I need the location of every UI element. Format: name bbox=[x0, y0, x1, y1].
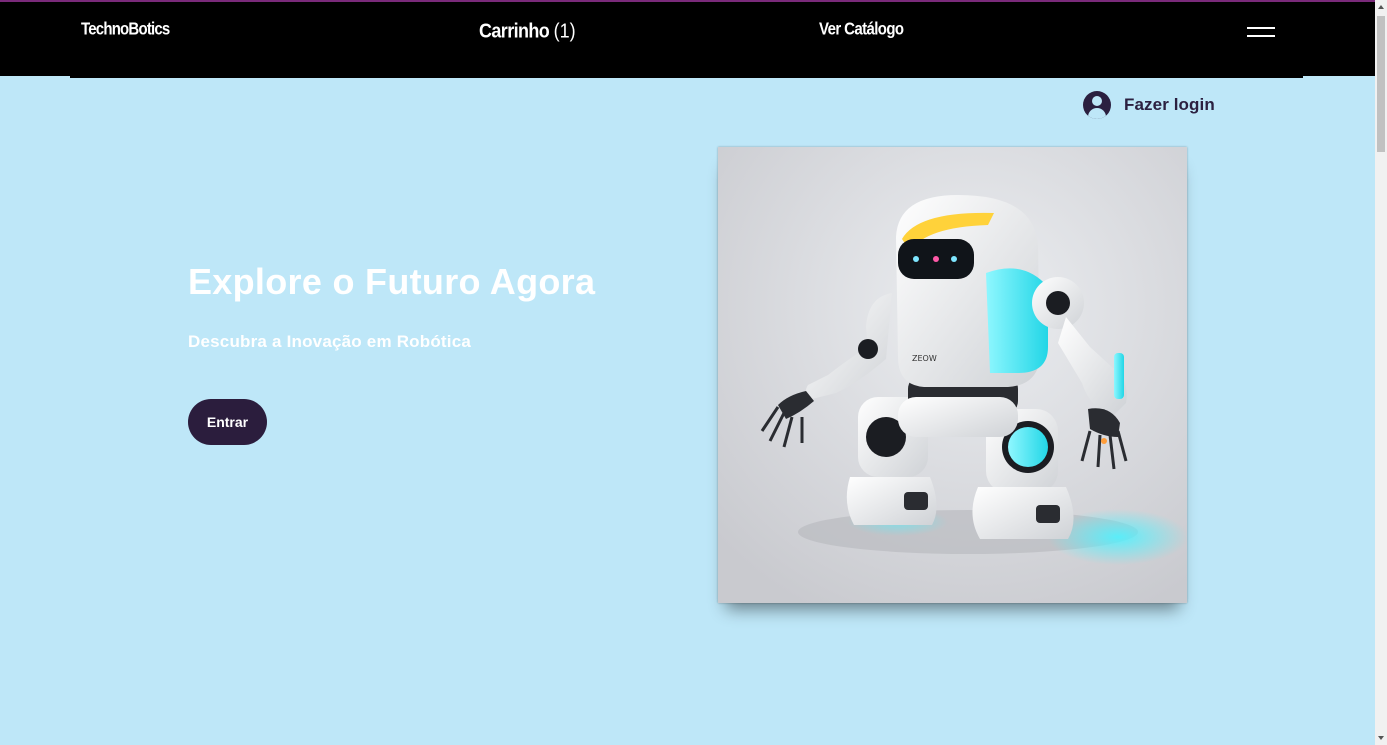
hamburger-menu-icon[interactable] bbox=[1245, 24, 1277, 40]
scroll-down-arrow-icon[interactable] bbox=[1375, 731, 1387, 745]
svg-text:ZEOW: ZEOW bbox=[912, 354, 937, 363]
cart-label: Carrinho bbox=[479, 19, 550, 43]
site-header: TechnoBotics Carrinho (1) Ver Catálogo bbox=[0, 2, 1375, 76]
login-button[interactable]: Fazer login bbox=[1083, 91, 1215, 119]
scroll-thumb[interactable] bbox=[1377, 16, 1385, 152]
hero-title: Explore o Futuro Agora bbox=[188, 261, 596, 302]
user-avatar-icon bbox=[1083, 91, 1111, 119]
robot-image: ZEOW bbox=[718, 147, 1187, 603]
catalog-link[interactable]: Ver Catálogo bbox=[819, 20, 904, 40]
cart-count: (1) bbox=[553, 19, 576, 43]
header-divider bbox=[70, 74, 1303, 78]
login-label: Fazer login bbox=[1124, 95, 1215, 114]
vertical-scrollbar[interactable] bbox=[1375, 0, 1387, 745]
enter-button[interactable]: Entrar bbox=[188, 399, 267, 445]
scroll-up-arrow-icon[interactable] bbox=[1375, 0, 1387, 14]
cart-link[interactable]: Carrinho (1) bbox=[479, 20, 576, 44]
hero-subtitle: Descubra a Inovação em Robótica bbox=[188, 332, 472, 351]
site-logo[interactable]: TechnoBotics bbox=[81, 20, 170, 40]
